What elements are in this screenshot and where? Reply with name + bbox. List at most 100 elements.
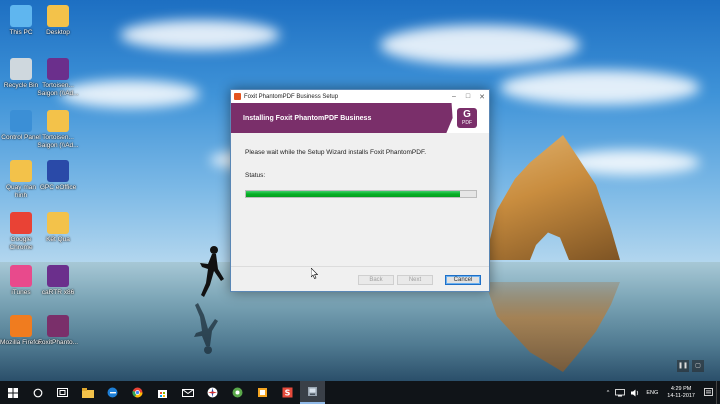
recycle-bin-icon (10, 58, 32, 80)
dialog-titlebar[interactable]: Foxit PhantomPDF Business Setup – □ ✕ (231, 90, 489, 103)
dialog-body: Please wait while the Setup Wizard insta… (231, 133, 489, 266)
winrar-icon (47, 58, 69, 80)
desktop-icon[interactable]: Quay man hinh (0, 160, 42, 199)
system-tray: ^ ENG 4:29 PM 14-11-2017 (604, 381, 720, 404)
desktop-icon-label: caRTR x86 (41, 289, 75, 296)
desktop-icon-label: iTunes (11, 289, 31, 296)
desktop-icon-label: Google Chrome (9, 236, 33, 251)
install-message: Please wait while the Setup Wizard insta… (245, 149, 426, 156)
mail-icon (181, 388, 194, 397)
network-icon[interactable] (615, 388, 626, 397)
file-explorer-icon (81, 387, 94, 398)
cortana-button[interactable] (25, 381, 50, 404)
pause-icon[interactable]: ❚❚ (677, 360, 689, 372)
taskbar-chrome[interactable] (125, 381, 150, 404)
banner-heading: Installing Foxit PhantomPDF Business (243, 114, 372, 122)
desktop-icon[interactable]: Control Panel (0, 110, 42, 142)
cloud (380, 25, 580, 65)
minimize-icon[interactable]: – (447, 90, 461, 103)
logo-text: PDF (462, 120, 472, 126)
show-hidden-icons-icon[interactable]: ^ (607, 390, 610, 396)
task-view-icon (57, 388, 68, 397)
foxit-app-icon (234, 93, 241, 100)
dialog-banner: Installing Foxit PhantomPDF Business G P… (231, 103, 489, 133)
runner-reflection (194, 303, 218, 354)
folder-icon (47, 212, 69, 234)
language-indicator[interactable]: ENG (646, 390, 658, 396)
maximize-icon[interactable]: □ (461, 90, 475, 103)
this-pc-icon (10, 5, 32, 27)
taskbar-edge[interactable] (100, 381, 125, 404)
desktop-folder-icon (47, 5, 69, 27)
cloud (120, 20, 280, 50)
chrome-icon (132, 387, 143, 398)
firefox-icon (10, 315, 32, 337)
desktop-icon[interactable]: iTunes (0, 265, 42, 297)
chrome-icon (10, 212, 32, 234)
svg-text:S: S (285, 389, 291, 398)
taskbar: S ^ ENG 4:29 PM 14-11-2017 (0, 381, 720, 404)
eoffice-icon (47, 160, 69, 182)
taskbar-app-tool[interactable] (250, 381, 275, 404)
desktop-icon-label: Mozilla Firefox (0, 339, 42, 346)
status-label: Status: (245, 172, 266, 179)
cloud (60, 80, 200, 108)
windows-logo-icon (7, 387, 18, 398)
desktop-icon-label: Desktop (46, 29, 70, 36)
dialog-title: Foxit PhantomPDF Business Setup (244, 93, 339, 100)
desktop-icon-label: FoxitPhanto... (37, 339, 79, 346)
taskbar-app-s[interactable]: S (275, 381, 300, 404)
dialog-footer: Back Next Cancel (231, 266, 489, 293)
taskbar-store[interactable] (150, 381, 175, 404)
taskbar-file-explorer[interactable] (75, 381, 100, 404)
desktop-icon[interactable]: This PC (0, 5, 42, 37)
runner-silhouette (200, 246, 224, 297)
cancel-button[interactable]: Cancel (445, 275, 481, 285)
desktop-icon-label: GPC eOffice (39, 184, 77, 191)
install-progress-bar (245, 190, 477, 198)
eoffice-icon (207, 387, 218, 398)
desktop-icon-label: Tortoisen... Saigon (\\Ad... (37, 82, 79, 97)
volume-icon[interactable] (631, 389, 640, 397)
control-panel-icon (10, 110, 32, 132)
desktop-icon[interactable]: Tortoisen... Saigon (\\Ad... (37, 58, 79, 97)
store-icon (158, 390, 167, 398)
cloud (500, 70, 700, 105)
cortana-icon (33, 388, 42, 397)
compass-icon (232, 387, 243, 398)
fullscreen-icon[interactable]: ▢ (692, 360, 704, 372)
setup-dialog: Foxit PhantomPDF Business Setup – □ ✕ In… (230, 89, 490, 292)
desktop-icon[interactable]: Kết Qua (37, 212, 79, 244)
notifications-icon[interactable] (704, 388, 713, 397)
media-controls: ❚❚ ▢ (677, 360, 709, 372)
desktop-icon[interactable]: Recycle Bin (0, 58, 42, 90)
desktop-icon[interactable]: Google Chrome (0, 212, 42, 251)
task-view-button[interactable] (50, 381, 75, 404)
desktop-icon-label: Tortoisen... Saigon (\\Ad... (37, 134, 79, 149)
desktop-icon[interactable]: GPC eOffice (37, 160, 79, 192)
desktop-icon[interactable]: caRTR x86 (37, 265, 79, 297)
taskbar-eoffice[interactable] (200, 381, 225, 404)
clock[interactable]: 4:29 PM 14-11-2017 (667, 386, 695, 400)
back-button[interactable]: Back (358, 275, 394, 285)
progress-fill (246, 191, 460, 197)
s-app-icon: S (282, 387, 293, 398)
taskbar-mail[interactable] (175, 381, 200, 404)
desktop-icon-label: Kết Qua (46, 236, 70, 243)
foxit-setup-icon (47, 315, 69, 337)
installer-icon (308, 387, 317, 396)
taskbar-app-compass[interactable] (225, 381, 250, 404)
desktop-icon[interactable]: Mozilla Firefox (0, 315, 42, 347)
folder-icon (47, 110, 69, 132)
start-button[interactable] (0, 381, 25, 404)
desktop-icon-label: Control Panel (1, 134, 41, 141)
next-button[interactable]: Next (397, 275, 433, 285)
foxit-logo-icon: G PDF (457, 108, 477, 128)
close-icon[interactable]: ✕ (475, 90, 489, 103)
desktop-icon[interactable]: Desktop (37, 5, 79, 37)
desktop-icon[interactable]: Tortoisen... Saigon (\\Ad... (37, 110, 79, 149)
clock-date: 14-11-2017 (667, 392, 695, 399)
taskbar-foxit-setup[interactable] (300, 381, 325, 404)
desktop-icon[interactable]: FoxitPhanto... (37, 315, 79, 347)
show-desktop-button[interactable] (716, 381, 720, 404)
